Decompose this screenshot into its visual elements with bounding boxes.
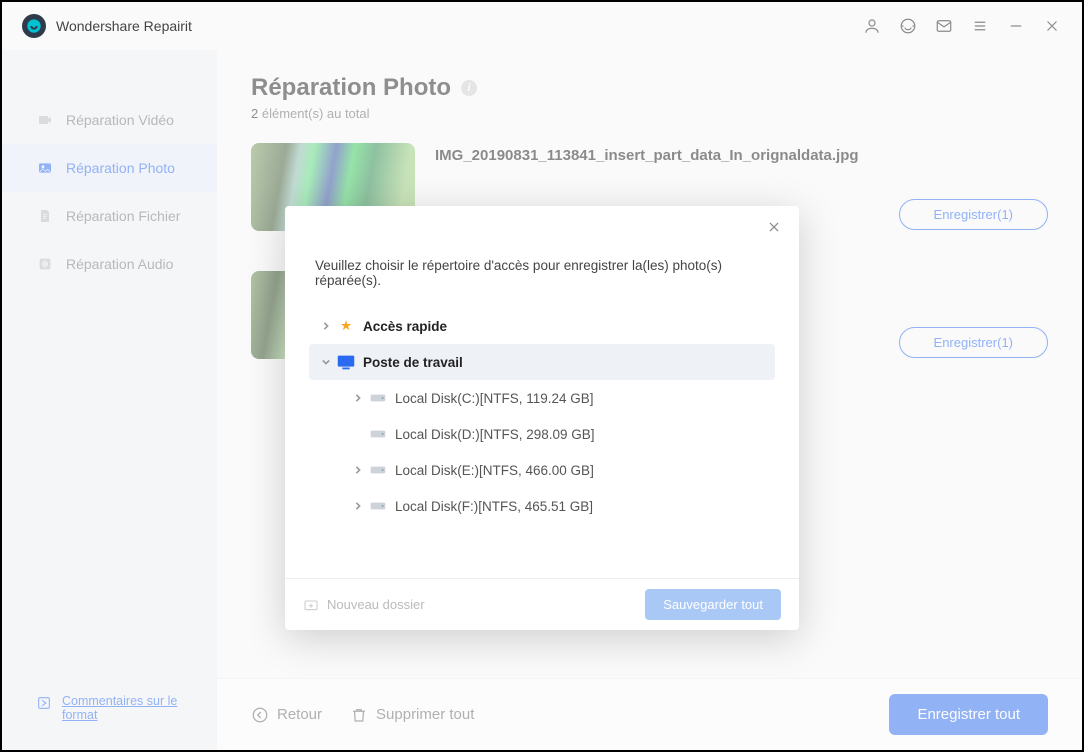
folder-tree: ★ Accès rapide Poste de travail Local Di… xyxy=(309,308,775,524)
menu-icon[interactable] xyxy=(962,8,998,44)
chevron-down-icon xyxy=(317,358,335,366)
star-icon: ★ xyxy=(335,318,357,334)
disk-icon xyxy=(367,465,389,475)
app-logo xyxy=(22,14,46,38)
app-window: Wondershare Repairit Réparation Vidéo Ré… xyxy=(2,2,1082,750)
tree-this-pc[interactable]: Poste de travail xyxy=(309,344,775,380)
chevron-right-icon xyxy=(317,322,335,330)
dialog-save-all-button[interactable]: Sauvegarder tout xyxy=(645,589,781,620)
dialog-close-button[interactable] xyxy=(767,220,781,239)
disk-icon xyxy=(367,393,389,403)
account-icon[interactable] xyxy=(854,8,890,44)
new-folder-button[interactable]: Nouveau dossier xyxy=(303,597,425,613)
app-body: Réparation Vidéo Réparation Photo Répara… xyxy=(2,50,1082,750)
dialog-footer: Nouveau dossier Sauvegarder tout xyxy=(285,578,799,630)
disk-icon xyxy=(367,429,389,439)
chevron-right-icon xyxy=(349,394,367,402)
save-location-dialog: Veuillez choisir le répertoire d'accès p… xyxy=(285,206,799,630)
close-icon[interactable] xyxy=(1034,8,1070,44)
chevron-right-icon xyxy=(349,466,367,474)
dialog-message: Veuillez choisir le répertoire d'accès p… xyxy=(315,258,775,288)
computer-icon xyxy=(335,351,357,373)
disk-icon xyxy=(367,501,389,511)
minimize-icon[interactable] xyxy=(998,8,1034,44)
titlebar: Wondershare Repairit xyxy=(2,2,1082,50)
mail-icon[interactable] xyxy=(926,8,962,44)
tree-quick-access[interactable]: ★ Accès rapide xyxy=(309,308,775,344)
chevron-right-icon xyxy=(349,502,367,510)
tree-disk[interactable]: Local Disk(C:)[NTFS, 119.24 GB] xyxy=(309,380,775,416)
app-title: Wondershare Repairit xyxy=(56,18,192,34)
tree-disk[interactable]: Local Disk(F:)[NTFS, 465.51 GB] xyxy=(309,488,775,524)
close-icon xyxy=(767,220,781,234)
new-folder-icon xyxy=(303,597,319,613)
tree-disk[interactable]: Local Disk(D:)[NTFS, 298.09 GB] xyxy=(309,416,775,452)
support-icon[interactable] xyxy=(890,8,926,44)
tree-disk[interactable]: Local Disk(E:)[NTFS, 466.00 GB] xyxy=(309,452,775,488)
